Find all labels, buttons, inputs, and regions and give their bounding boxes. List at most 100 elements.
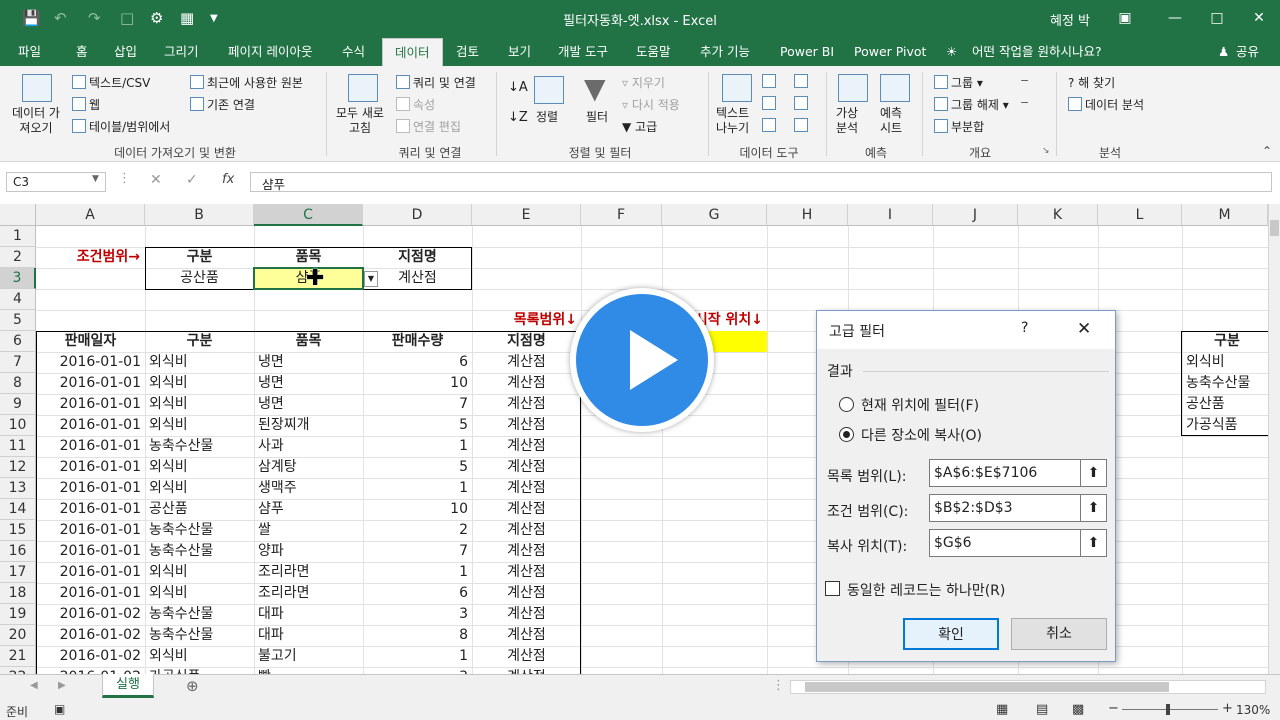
table-cell[interactable]: 된장찌개 [254,415,363,436]
table-cell[interactable]: 계산점 [472,583,581,604]
criteria-range-annotation[interactable]: 조건범위→ [40,247,144,268]
criteria-header[interactable]: 지점명 [363,247,472,268]
tab-draw[interactable]: 그리기 [164,38,199,66]
tab-review[interactable]: 검토 [456,38,479,66]
edit-links-button[interactable]: 연결 편집 [396,118,461,135]
criteria-value[interactable]: 계산점 [363,268,472,289]
radio-copy-to-location[interactable] [839,427,854,442]
collapse-dialog-icon[interactable]: ⬆ [1081,529,1107,557]
table-cell[interactable]: 2 [363,520,472,541]
side-list-item[interactable]: 농축수산물 [1182,373,1268,394]
from-table-button[interactable]: 테이블/범위에서 [72,118,170,135]
table-cell[interactable]: 조리라면 [254,583,363,604]
reapply-button[interactable]: ▿ 다시 적용 [622,96,680,113]
table-cell[interactable]: 농축수산물 [145,520,254,541]
sort-az-icon[interactable]: ↓A [508,80,528,95]
row-header-14[interactable]: 14 [0,499,36,520]
table-cell[interactable]: 계산점 [472,499,581,520]
table-cell[interactable]: 2016-01-01 [36,499,145,520]
row-header-19[interactable]: 19 [0,604,36,625]
drag-handle-icon[interactable]: ⋮ [118,171,131,186]
subtotal-button[interactable]: 부분합 [934,118,984,135]
table-cell[interactable]: 계산점 [472,394,581,415]
table-cell[interactable]: 농축수산물 [145,436,254,457]
column-header-I[interactable]: I [848,204,933,226]
table-cell[interactable]: 계산점 [472,415,581,436]
list-range-input[interactable]: $A$6:$E$7106 [929,459,1081,487]
table-cell[interactable]: 2016-01-01 [36,436,145,457]
table-cell[interactable]: 1 [363,646,472,667]
table-cell[interactable]: 계산점 [472,457,581,478]
tab-home[interactable]: 홈 [76,38,88,66]
row-header-2[interactable]: 2 [0,247,36,268]
row-header-17[interactable]: 17 [0,562,36,583]
table-cell[interactable]: 외식비 [145,478,254,499]
row-header-5[interactable]: 5 [0,310,36,331]
tab-insert[interactable]: 삽입 [114,38,137,66]
group-button[interactable]: 그룹 ▾ [934,74,983,91]
table-cell[interactable]: 2016-01-02 [36,646,145,667]
list-dropdown-icon[interactable]: ▼ [364,271,378,287]
zoom-slider-thumb[interactable] [1166,704,1170,715]
radio-filter-in-place-label[interactable]: 현재 위치에 필터(F) [861,395,979,415]
zoom-out-icon[interactable]: − [1108,701,1119,716]
table-cell[interactable]: 2016-01-01 [36,457,145,478]
table-cell[interactable]: 사과 [254,436,363,457]
column-header-L[interactable]: L [1098,204,1182,226]
page-layout-view-icon[interactable]: ▤ [1036,702,1048,717]
form-icon[interactable]: ▦ [180,9,194,27]
scroll-right-icon[interactable]: ▶ [58,680,66,691]
qat-dropdown-icon[interactable]: ▼ [210,13,218,24]
side-list-header[interactable]: 구분 [1182,331,1272,352]
table-cell[interactable]: 2016-01-01 [36,541,145,562]
clear-filter-button[interactable]: ▿ 지우기 [622,74,665,91]
tab-view[interactable]: 보기 [508,38,531,66]
table-cell[interactable]: 불고기 [254,646,363,667]
table-cell[interactable]: 쌀 [254,520,363,541]
table-cell[interactable]: 1 [363,478,472,499]
table-cell[interactable]: 생맥주 [254,478,363,499]
unique-records-checkbox[interactable] [825,581,840,596]
tell-me-search[interactable]: 어떤 작업을 원하시나요? [972,38,1102,66]
table-header[interactable]: 품목 [254,331,363,352]
vertical-scrollbar[interactable] [1268,204,1280,674]
table-cell[interactable]: 7 [363,394,472,415]
tab-developer[interactable]: 개발 도구 [558,38,608,66]
select-all-corner[interactable] [0,204,36,226]
row-header-20[interactable]: 20 [0,625,36,646]
table-cell[interactable]: 샴푸 [254,499,363,520]
tab-formulas[interactable]: 수식 [342,38,365,66]
table-cell[interactable]: 2016-01-01 [36,478,145,499]
help-icon[interactable]: ? [1021,320,1028,336]
column-header-F[interactable]: F [581,204,662,226]
row-header-13[interactable]: 13 [0,478,36,499]
table-cell[interactable]: 외식비 [145,394,254,415]
tab-addins[interactable]: 추가 기능 [700,38,750,66]
table-cell[interactable]: 냉면 [254,352,363,373]
collapse-ribbon-icon[interactable]: ⌃ [1262,144,1272,158]
table-cell[interactable]: 10 [363,373,472,394]
consolidate-icon[interactable] [794,74,811,89]
row-header-4[interactable]: 4 [0,289,36,310]
tab-split-icon[interactable]: ⋮ [772,678,785,693]
column-header-A[interactable]: A [36,204,145,226]
ok-button[interactable]: 확인 [903,618,999,650]
row-header-15[interactable]: 15 [0,520,36,541]
column-header-G[interactable]: G [662,204,767,226]
zoom-in-icon[interactable]: + [1222,701,1233,716]
table-cell[interactable]: 3 [363,604,472,625]
sort-button[interactable]: 정렬 [536,108,558,125]
expand-icon[interactable]: − [1020,74,1029,87]
collapse-dialog-icon[interactable]: ⬆ [1081,459,1107,487]
table-cell[interactable]: 1 [363,562,472,583]
table-header[interactable]: 지점명 [472,331,581,352]
column-header-J[interactable]: J [933,204,1018,226]
table-cell[interactable]: 2016-01-01 [36,520,145,541]
row-header-9[interactable]: 9 [0,394,36,415]
save-icon[interactable]: 💾 [22,9,41,27]
scroll-left-icon[interactable]: ◀ [30,680,38,691]
table-cell[interactable]: 5 [363,457,472,478]
data-analysis-button[interactable]: 데이터 분석 [1068,96,1144,113]
column-header-H[interactable]: H [767,204,848,226]
table-cell[interactable]: 2016-01-01 [36,583,145,604]
